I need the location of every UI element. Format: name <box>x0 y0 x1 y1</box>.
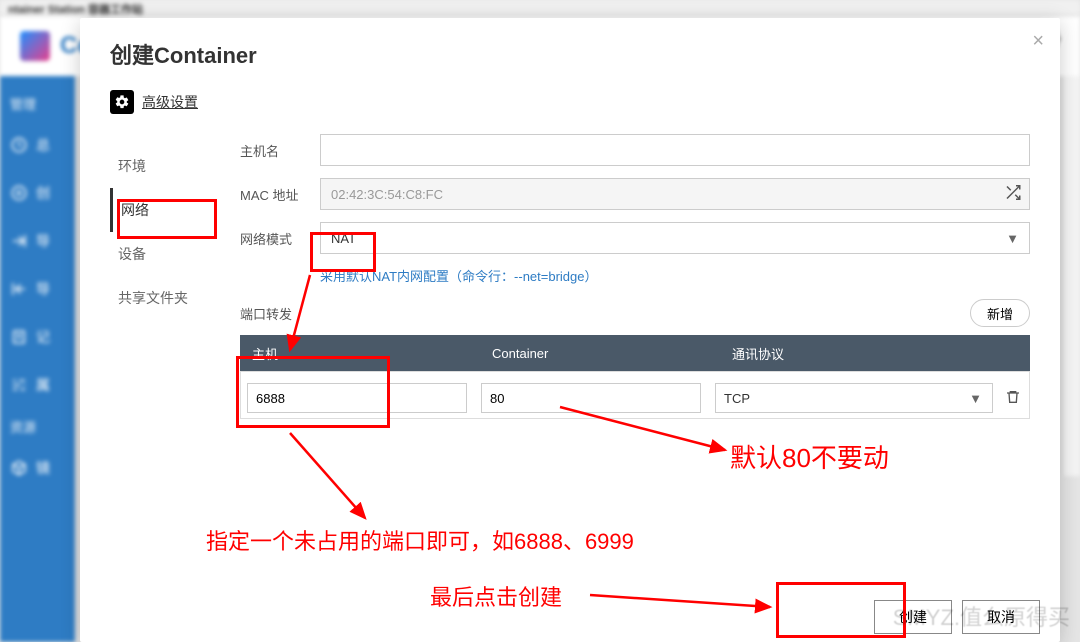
port-forward-table: 主机 Container 通讯协议 TCP ▼ <box>240 335 1030 419</box>
shuffle-icon[interactable] <box>1004 184 1022 205</box>
netmode-label: 网络模式 <box>240 229 320 248</box>
add-port-button[interactable]: 新增 <box>970 299 1030 327</box>
host-port-input[interactable] <box>247 383 467 413</box>
netmode-description: 采用默认NAT内网配置（命令行：--net=bridge） <box>320 266 1030 285</box>
gear-icon <box>110 90 134 114</box>
tab-shared-folder[interactable]: 共享文件夹 <box>110 276 230 320</box>
advanced-settings-link[interactable]: 高级设置 <box>142 92 198 112</box>
right-collapsed-panel <box>1062 76 1080 476</box>
modal-footer: 创建 取消 <box>874 600 1040 634</box>
sidebar-category: 管理 <box>0 86 75 121</box>
tab-network[interactable]: 网络 <box>110 188 230 232</box>
window-titlebar: ntainer Station 容器工作站 <box>0 0 1080 16</box>
sidebar-item-images[interactable]: 镜 <box>0 444 75 492</box>
col-container: Container <box>480 346 720 361</box>
hostname-input[interactable] <box>320 134 1030 166</box>
container-port-input[interactable] <box>481 383 701 413</box>
sidebar-item-import[interactable]: 导 <box>0 265 75 313</box>
create-button[interactable]: 创建 <box>874 600 952 634</box>
mac-input <box>320 178 1030 210</box>
sidebar-item-props[interactable]: 属 <box>0 361 75 409</box>
app-sidebar: 管理 总 创 导 导 记 属 资源 镜 <box>0 76 75 642</box>
sidebar-category: 资源 <box>0 409 75 444</box>
advanced-settings-row[interactable]: 高级设置 <box>80 80 1060 124</box>
netmode-select[interactable]: NAT ▼ <box>320 222 1030 254</box>
sidebar-item-export[interactable]: 导 <box>0 217 75 265</box>
sidebar-item-create[interactable]: 创 <box>0 169 75 217</box>
app-logo-icon <box>20 31 50 61</box>
mac-label: MAC 地址 <box>240 185 320 204</box>
protocol-value: TCP <box>724 391 750 406</box>
col-protocol: 通讯协议 <box>720 344 1030 363</box>
col-host: 主机 <box>240 344 480 363</box>
portfwd-label: 端口转发 <box>240 304 292 323</box>
settings-tabs: 环境 网络 设备 共享文件夹 <box>110 124 230 419</box>
caret-down-icon: ▼ <box>969 391 982 406</box>
network-form: 主机名 MAC 地址 网络模式 NAT ▼ 采用默认NAT内网配置（命令行：--… <box>230 124 1030 419</box>
tab-device[interactable]: 设备 <box>110 232 230 276</box>
tab-env[interactable]: 环境 <box>110 144 230 188</box>
delete-row-icon[interactable] <box>1005 389 1023 408</box>
modal-title: 创建Container <box>80 18 1060 80</box>
cancel-button[interactable]: 取消 <box>962 600 1040 634</box>
create-container-modal: × 创建Container 高级设置 环境 网络 设备 共享文件夹 主机名 MA… <box>80 18 1060 642</box>
protocol-select[interactable]: TCP ▼ <box>715 383 993 413</box>
table-header: 主机 Container 通讯协议 <box>240 335 1030 371</box>
sidebar-item-log[interactable]: 记 <box>0 313 75 361</box>
close-icon[interactable]: × <box>1032 30 1044 53</box>
netmode-value: NAT <box>331 231 356 246</box>
sidebar-item-overview[interactable]: 总 <box>0 121 75 169</box>
caret-down-icon: ▼ <box>1006 231 1019 246</box>
hostname-label: 主机名 <box>240 141 320 160</box>
table-row: TCP ▼ <box>241 372 1029 418</box>
